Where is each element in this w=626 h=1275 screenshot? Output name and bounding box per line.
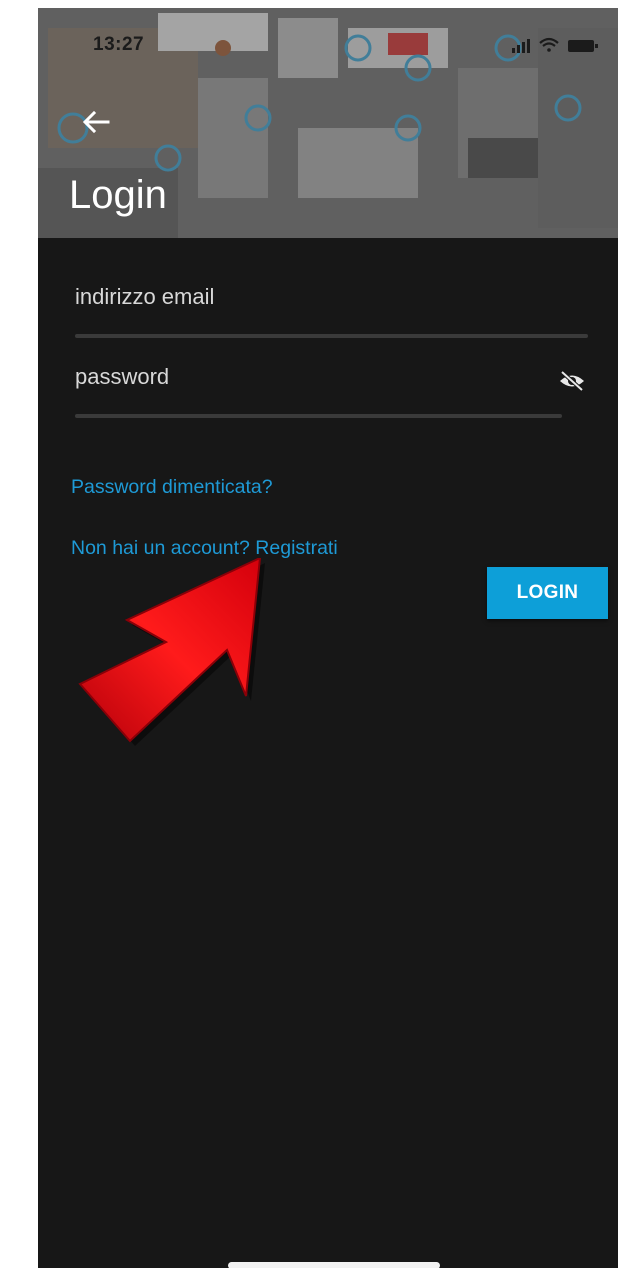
email-underline bbox=[75, 334, 588, 338]
header-banner: 13:27 Login bbox=[38, 8, 618, 238]
register-link[interactable]: Non hai un account? Registrati bbox=[71, 537, 338, 560]
home-indicator bbox=[228, 1262, 440, 1268]
password-placeholder: password bbox=[75, 364, 170, 389]
battery-icon bbox=[568, 40, 598, 52]
app-screen: 13:27 Login indirizzo email password Pas… bbox=[38, 8, 618, 1268]
password-visibility-toggle[interactable] bbox=[556, 365, 588, 397]
password-underline bbox=[75, 414, 562, 418]
signal-icon bbox=[512, 39, 530, 53]
status-bar-time: 13:27 bbox=[93, 34, 145, 55]
email-field[interactable]: indirizzo email bbox=[75, 268, 588, 338]
forgot-password-link[interactable]: Password dimenticata? bbox=[71, 476, 273, 499]
page-title: Login bbox=[69, 173, 167, 217]
eye-off-icon bbox=[560, 370, 584, 392]
password-field[interactable]: password bbox=[75, 348, 588, 418]
annotation-arrow bbox=[78, 558, 265, 746]
status-bar-icons bbox=[512, 36, 600, 59]
email-placeholder: indirizzo email bbox=[75, 284, 215, 309]
arrow-left-icon bbox=[82, 110, 110, 134]
back-button[interactable] bbox=[76, 104, 116, 140]
login-button[interactable]: LOGIN bbox=[487, 567, 608, 619]
wifi-icon bbox=[539, 37, 559, 52]
